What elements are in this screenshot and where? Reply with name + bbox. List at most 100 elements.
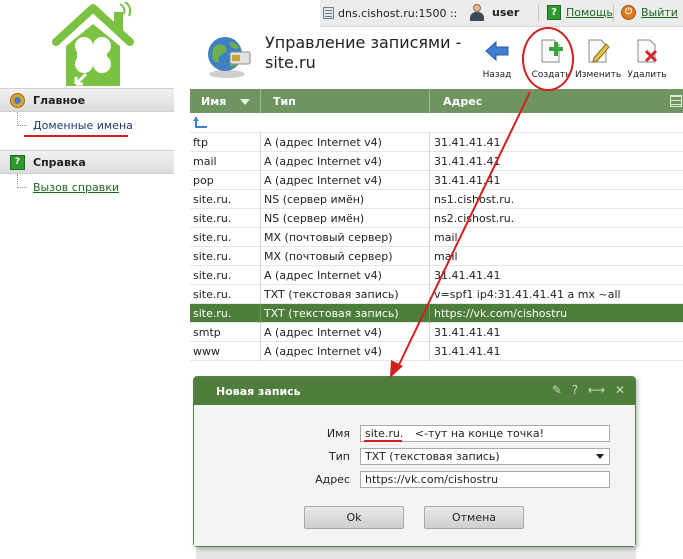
table-row[interactable]: ftp A (адрес Internet v4) 31.41.41.41 [190,133,683,152]
address-field[interactable]: https://vk.com/cishostru [360,471,610,488]
underline-annotation [364,440,402,442]
help-section-icon: ? [10,155,25,170]
cell-address: ns2.cishost.ru. [434,212,515,225]
dialog-header: Новая запись ✎ ? ⟷ ✕ [194,377,635,405]
table-row[interactable]: pop A (адрес Internet v4) 31.41.41.41 [190,171,683,190]
edit-button[interactable]: Изменить [575,38,621,80]
table-row[interactable]: smtp A (адрес Internet v4) 31.41.41.41 [190,323,683,342]
logout-link[interactable]: Выйти [641,6,678,19]
tree-connector [17,112,27,126]
type-select[interactable]: TXT (текстовая запись) [360,448,610,465]
cell-type: MX (почтовый сервер) [264,231,393,244]
edit-document-icon [588,39,610,63]
back-arrow-icon [485,40,509,62]
table-row[interactable]: site.ru. TXT (текстовая запись) v=spf1 ip4… [190,285,683,304]
table-row[interactable]: www A (адрес Internet v4) 31.41.41.41 [190,342,683,361]
cell-type: MX (почтовый сервер) [264,250,393,263]
sidebar-section-main[interactable]: Главное [0,88,174,112]
tree-connector [17,174,27,188]
parent-row[interactable] [190,113,683,133]
highlight-circle-annotation [522,27,574,91]
dialog-title: Новая запись [216,385,301,398]
column-header-name[interactable]: Имя [201,95,226,108]
type-value: TXT (текстовая запись) [365,450,500,463]
table-row[interactable]: site.ru. A (адрес Internet v4) 31.41.41.41 [190,266,683,285]
sidebar-section-title: Справка [33,156,86,169]
table-row[interactable]: site.ru. MX (почтовый сервер) mail [190,247,683,266]
cell-type: A (адрес Internet v4) [264,326,382,339]
table-row[interactable]: mail A (адрес Internet v4) 31.41.41.41 [190,152,683,171]
cell-address: 31.41.41.41 [434,269,501,282]
server-icon [323,7,334,19]
sidebar-section-title: Главное [33,94,86,107]
back-button[interactable]: Назад [474,38,520,80]
page-title: Управление записями - site.ru [265,33,462,72]
resize-icon[interactable]: ⟷ [588,383,605,397]
cell-type: A (адрес Internet v4) [264,174,382,187]
divider [538,4,539,22]
help-icon[interactable]: ? [547,5,561,20]
sidebar-section-help[interactable]: ? Справка [0,150,174,174]
close-icon[interactable]: ✕ [615,383,625,397]
chevron-down-icon [596,454,604,459]
underline-annotation [24,135,128,137]
cell-type: A (адрес Internet v4) [264,136,382,149]
divider [613,4,614,22]
table-row[interactable]: site.ru. NS (сервер имён) ns1.cishost.ru. [190,190,683,209]
help-link[interactable]: Помощь [566,6,613,19]
cell-address: ns1.cishost.ru. [434,193,515,206]
delete-document-icon [637,39,658,63]
sort-desc-icon[interactable] [240,99,250,105]
cell-name: ftp [193,136,208,149]
name-label: Имя [326,427,350,440]
columns-menu-icon[interactable] [670,95,682,107]
table-row[interactable]: site.ru. TXT (текстовая запись) https://vk… [190,304,683,323]
sidebar-item-label[interactable]: Доменные имена [33,119,133,132]
table-row[interactable]: site.ru. MX (почтовый сервер) mail [190,228,683,247]
dialog-body: Имя site.ru. <-тут на конце точка! Тип T… [194,405,635,546]
help-icon[interactable]: ? [572,383,578,397]
power-icon[interactable]: ⏻ [621,5,636,20]
up-level-arrow-icon[interactable] [193,116,209,130]
table-row[interactable]: site.ru. NS (сервер имён) ns2.cishost.ru. [190,209,683,228]
cell-address: https://vk.com/cishostru [434,307,568,320]
cell-type: A (адрес Internet v4) [264,269,382,282]
cell-type: NS (сервер имён) [264,193,365,206]
cell-type: A (адрес Internet v4) [264,155,382,168]
delete-button[interactable]: Удалить [624,38,670,80]
sidebar-item-domains[interactable]: Доменные имена [0,112,174,136]
cell-name: pop [193,174,214,187]
pin-icon[interactable]: ✎ [552,383,562,397]
ok-button[interactable]: Ok [304,506,404,529]
sidebar-item-label[interactable]: Вызов справки [33,181,119,194]
cell-address: 31.41.41.41 [434,136,501,149]
cell-name: site.ru. [193,193,232,206]
edit-label: Изменить [575,70,622,80]
delete-label: Удалить [627,70,667,80]
column-header-address[interactable]: Адрес [443,95,482,108]
address-value: https://vk.com/cishostru [365,473,499,486]
cell-address: mail [434,231,458,244]
column-header-type[interactable]: Тип [273,95,296,108]
cell-type: TXT (текстовая запись) [264,288,399,301]
cell-name: mail [193,155,217,168]
cell-name: site.ru. [193,269,232,282]
new-record-dialog: Новая запись ✎ ? ⟷ ✕ Имя site.ru. <-тут … [193,376,636,547]
cell-type: A (адрес Internet v4) [264,345,382,358]
cell-name: site.ru. [193,250,232,263]
name-value: site.ru. [365,427,404,440]
cancel-button[interactable]: Отмена [424,506,524,529]
cell-type: TXT (текстовая запись) [264,307,399,320]
house-logo-icon [52,2,134,86]
cell-address: 31.41.41.41 [434,155,501,168]
cell-address: 31.41.41.41 [434,326,501,339]
home-section-icon [10,93,25,108]
cell-name: site.ru. [193,307,232,320]
sidebar-item-help-call[interactable]: Вызов справки [0,174,174,198]
cell-name: smtp [193,326,221,339]
cell-name: site.ru. [193,288,232,301]
cell-address: v=spf1 ip4:31.41.41.41 a mx ~all [434,288,621,301]
cell-address: mail [434,250,458,263]
cell-name: site.ru. [193,212,232,225]
cell-name: www [193,345,220,358]
